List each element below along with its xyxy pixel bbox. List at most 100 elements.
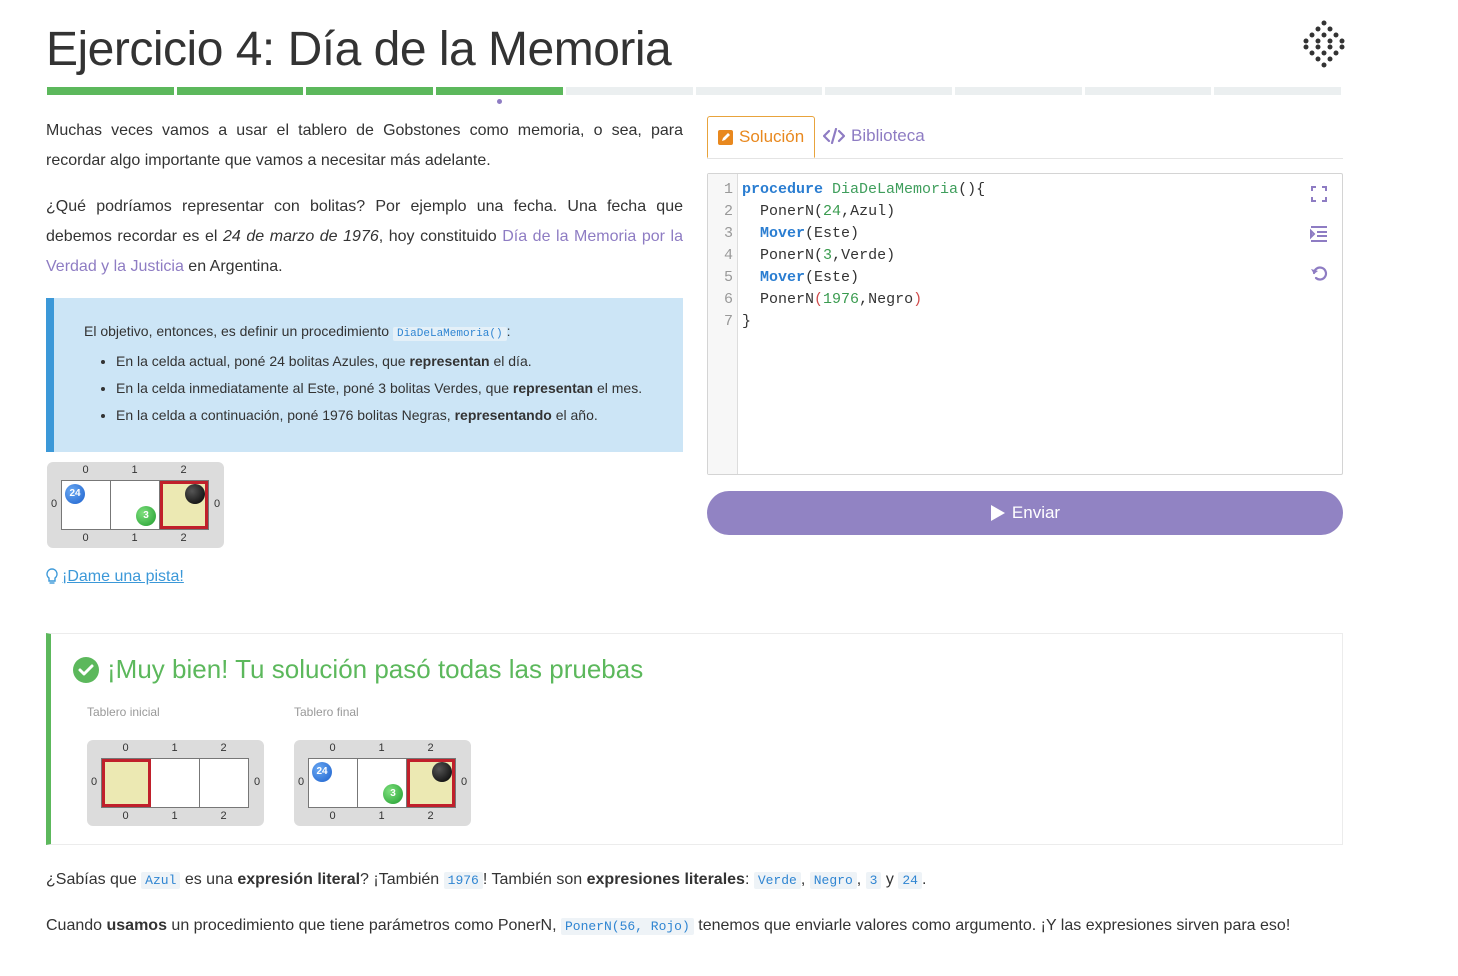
board-cell: 24 xyxy=(309,759,358,807)
board-col-label: 1 xyxy=(171,742,178,754)
board-row-label: 0 xyxy=(254,776,261,788)
submit-button[interactable]: Enviar xyxy=(707,491,1343,535)
footer-text: ? ¡También xyxy=(360,871,444,888)
progress-segment-3[interactable] xyxy=(306,87,434,95)
fullscreen-icon[interactable] xyxy=(1309,184,1329,204)
board-cell: 3 xyxy=(111,481,160,529)
progress-segment-2[interactable] xyxy=(176,87,304,95)
code-command: PonerN xyxy=(760,247,815,264)
line-number: 1 xyxy=(723,181,733,198)
footer-text: , xyxy=(856,871,866,888)
board-col-label: 0 xyxy=(122,810,129,822)
footer-code: Verde xyxy=(753,872,801,889)
progress-segment-7[interactable] xyxy=(825,87,952,95)
board-col-label: 0 xyxy=(122,742,129,754)
line-number: 7 xyxy=(723,313,733,330)
line-number-gutter: 1 2 3 4 5 6 7 xyxy=(708,174,738,474)
code-number: 1976 xyxy=(823,291,860,308)
board-cell: 3 xyxy=(358,759,407,807)
board-col-label: 2 xyxy=(427,810,434,822)
footer-code: 3 xyxy=(865,872,882,889)
tab-library[interactable]: Biblioteca xyxy=(813,116,935,156)
footer-text: Cuando xyxy=(46,917,107,934)
objective-item-text: En la celda inmediatamente al Este, poné… xyxy=(116,380,513,396)
page-title: Ejercicio 4: Día de la Memoria xyxy=(46,23,672,76)
format-indent-icon[interactable] xyxy=(1309,224,1329,244)
footer-text: y xyxy=(881,871,899,888)
board-col-label: 0 xyxy=(82,532,89,544)
black-ball-icon xyxy=(432,762,452,782)
board-grid xyxy=(101,758,249,808)
footer-bold: expresiones literales xyxy=(586,871,745,888)
edit-icon xyxy=(718,129,733,145)
footer-code: PonerN(56, Rojo) xyxy=(560,918,694,935)
p2-text-after: en Argentina. xyxy=(183,258,283,275)
blue-ball-icon: 24 xyxy=(312,762,332,782)
board-grid: 24 3 xyxy=(308,758,456,808)
board-row-label: 0 xyxy=(214,498,221,510)
code-line: } xyxy=(742,313,751,330)
check-circle-icon xyxy=(73,656,99,683)
current-exercise-marker xyxy=(497,99,502,104)
objective-item-bold: representan xyxy=(409,353,490,369)
black-ball-icon xyxy=(185,484,205,504)
hint-link[interactable]: ¡Dame una pista! xyxy=(46,568,184,586)
code-line: PonerN(1976,Negro) xyxy=(742,291,922,308)
footer-code: 1976 xyxy=(443,872,483,889)
footer-text: un procedimiento que tiene parámetros co… xyxy=(166,917,561,934)
progress-segment-1[interactable] xyxy=(47,87,174,95)
notice-intro-colon: : xyxy=(506,323,511,339)
code-text: } xyxy=(742,313,752,330)
reset-icon[interactable] xyxy=(1309,264,1329,284)
p2-text-middle: , hoy constituido xyxy=(378,228,503,245)
line-number: 3 xyxy=(723,225,733,242)
footer-text: : xyxy=(744,871,754,888)
objective-notice: El objetivo, entonces, es definir un pro… xyxy=(46,298,683,452)
footer-code: 24 xyxy=(898,872,922,889)
footer-text: . xyxy=(921,871,927,888)
objective-list: En la celda actual, poné 24 bolitas Azul… xyxy=(84,348,653,429)
objective-item: En la celda a continuación, poné 1976 bo… xyxy=(116,402,653,429)
tab-solution[interactable]: Solución xyxy=(707,116,816,158)
tab-library-label: Biblioteca xyxy=(851,126,925,145)
progress-segment-10[interactable] xyxy=(1214,87,1342,95)
objective-item: En la celda actual, poné 24 bolitas Azul… xyxy=(116,348,653,375)
code-procedure-name: DiaDeLaMemoria xyxy=(832,181,959,198)
progress-segment-5[interactable] xyxy=(565,87,693,95)
code-unmatched-paren: ) xyxy=(913,291,923,308)
code-text: ( xyxy=(814,247,824,264)
board-row-label: 0 xyxy=(91,776,98,788)
board-col-label: 1 xyxy=(131,464,138,476)
progress-segment-8[interactable] xyxy=(954,87,1082,95)
lightbulb-icon xyxy=(46,568,58,584)
board-col-label: 0 xyxy=(329,742,336,754)
board-grid: 24 3 xyxy=(61,480,209,530)
code-text: (){ xyxy=(958,181,986,198)
progress-segment-6[interactable] xyxy=(695,87,823,95)
board-row-label: 0 xyxy=(51,498,58,510)
board-col-label: 2 xyxy=(427,742,434,754)
code-number: 3 xyxy=(823,247,833,264)
board-row-label: 0 xyxy=(461,776,468,788)
progress-segment-9[interactable] xyxy=(1084,87,1212,95)
line-number: 5 xyxy=(723,269,733,286)
objective-item-bold: representando xyxy=(454,407,552,423)
board-cell-head xyxy=(102,759,151,807)
footer-text: ! También son xyxy=(482,871,587,888)
footer-bold: usamos xyxy=(106,917,167,934)
board-col-label: 2 xyxy=(220,742,227,754)
board-col-label: 1 xyxy=(378,810,385,822)
description-paragraph-1: Muchas veces vamos a usar el tablero de … xyxy=(46,122,683,169)
gobstones-logo-icon xyxy=(1303,20,1345,68)
progress-segment-4[interactable] xyxy=(436,87,563,95)
code-text: (Este) xyxy=(805,269,860,286)
final-board-label: Tablero final xyxy=(294,705,359,719)
exercise-description: Muchas veces vamos a usar el tablero de … xyxy=(46,116,683,452)
code-text: ,Negro xyxy=(859,291,914,308)
code-text: ,Azul) xyxy=(841,203,896,220)
code-editor[interactable]: 1 2 3 4 5 6 7 procedure DiaDeLaMemoria()… xyxy=(707,173,1343,475)
code-icon xyxy=(823,128,845,144)
objective-item-text: En la celda a continuación, poné 1976 bo… xyxy=(116,407,455,423)
board-col-label: 1 xyxy=(131,532,138,544)
blue-ball-icon: 24 xyxy=(65,484,85,504)
